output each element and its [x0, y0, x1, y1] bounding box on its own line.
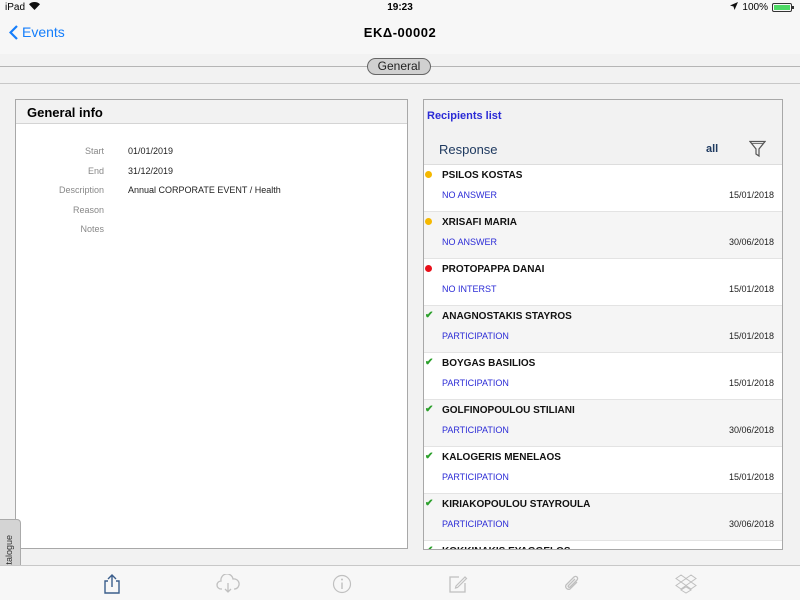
segment-bar: General: [0, 54, 800, 84]
recipient-status: PARTICIPATION: [442, 378, 509, 388]
info-row-start: Start 01/01/2019: [16, 146, 409, 162]
recipient-row[interactable]: ✔ ANAGNOSTAKIS STAYROS PARTICIPATION 15/01/…: [424, 306, 782, 353]
status-dot-icon: [425, 218, 432, 225]
check-icon: ✔: [425, 546, 433, 550]
info-label: Description: [58, 185, 104, 195]
recipient-status: PARTICIPATION: [442, 425, 509, 435]
recipient-name: XRISAFI MARIA: [442, 217, 517, 228]
check-icon: ✔: [425, 357, 434, 368]
info-value: 01/01/2019: [128, 146, 174, 156]
recipient-date: 15/01/2018: [728, 472, 774, 482]
response-label: Response: [439, 142, 498, 157]
segment-general[interactable]: General: [367, 58, 431, 75]
recipient-date: 15/01/2018: [728, 284, 774, 294]
recipient-date: 15/01/2018: [728, 331, 774, 341]
info-value: Annual CORPORATE EVENT / Health: [128, 185, 281, 195]
page-title: ΕΚΔ-00002: [363, 25, 437, 40]
recipient-row[interactable]: PSILOS KOSTAS NO ANSWER 15/01/2018: [424, 165, 782, 212]
check-icon: ✔: [425, 451, 434, 462]
recipient-status: NO ANSWER: [442, 237, 498, 247]
info-label: Start: [84, 146, 104, 156]
recipient-row[interactable]: PROTOPAPPA DANAI NO INTERST 15/01/2018: [424, 259, 782, 306]
recipient-date: 30/06/2018: [728, 519, 774, 529]
recipient-status: PARTICIPATION: [442, 331, 509, 341]
status-time: 19:23: [387, 2, 413, 13]
recipient-name: KOKKINAKIS EYAGGELOS: [442, 546, 571, 549]
recipient-name: BOYGAS BASILIOS: [442, 358, 536, 369]
recipient-date: 30/06/2018: [728, 237, 774, 247]
recipients-list: PSILOS KOSTAS NO ANSWER 15/01/2018 XRISAFI …: [424, 165, 782, 550]
recipient-status: PARTICIPATION: [442, 519, 509, 529]
recipients-header: Response all: [424, 133, 782, 165]
status-bar: iPad 19:23 100%: [0, 0, 800, 16]
general-info-panel: General info Start 01/01/2019 End 31/12/…: [15, 99, 408, 549]
info-icon[interactable]: [330, 572, 354, 596]
info-value: 31/12/2019: [128, 166, 174, 176]
recipient-date: 15/01/2018: [728, 190, 774, 200]
recipient-date: 30/06/2018: [728, 425, 774, 435]
navigation-bar: Events ΕΚΔ-00002: [0, 16, 800, 54]
attachment-icon[interactable]: [560, 572, 584, 596]
recipient-status: PARTICIPATION: [442, 472, 509, 482]
recipient-row[interactable]: ✔ GOLFINOPOULOU STILIANI PARTICIPATION 30/0…: [424, 400, 782, 447]
recipients-title: Recipients list: [424, 100, 782, 133]
recipient-status: NO ANSWER: [442, 190, 498, 200]
check-icon: ✔: [425, 404, 434, 415]
recipient-name: PROTOPAPPA DANAI: [442, 264, 545, 275]
check-icon: ✔: [425, 310, 434, 321]
share-icon[interactable]: [100, 572, 124, 596]
bottom-toolbar: [0, 565, 800, 600]
filter-all-button[interactable]: all: [706, 143, 718, 155]
recipient-name: ANAGNOSTAKIS STAYROS: [442, 311, 572, 322]
filter-icon[interactable]: [748, 140, 767, 163]
info-row-notes: Notes: [16, 224, 409, 240]
status-dot-icon: [425, 265, 432, 272]
info-label: Notes: [80, 224, 104, 234]
recipient-name: KALOGERIS MENELAOS: [442, 452, 561, 463]
info-row-end: End 31/12/2019: [16, 166, 409, 182]
info-label: End: [87, 166, 104, 176]
check-icon: ✔: [425, 498, 434, 509]
recipient-status: NO INTERST: [442, 284, 497, 294]
info-row-reason: Reason: [16, 205, 409, 221]
battery-percent: 100%: [742, 2, 768, 13]
recipient-row[interactable]: ✔ KOKKINAKIS EYAGGELOS: [424, 541, 782, 550]
info-row-description: Description Annual CORPORATE EVENT / Hea…: [16, 185, 409, 201]
general-info-title: General info: [16, 100, 407, 124]
recipient-row[interactable]: ✔ KALOGERIS MENELAOS PARTICIPATION 15/01/20…: [424, 447, 782, 494]
recipient-row[interactable]: ✔ BOYGAS BASILIOS PARTICIPATION 15/01/2018: [424, 353, 782, 400]
recipient-row[interactable]: XRISAFI MARIA NO ANSWER 30/06/2018: [424, 212, 782, 259]
recipients-panel: Recipients list Response all PSILOS KOST…: [423, 99, 783, 550]
recipient-date: 15/01/2018: [728, 378, 774, 388]
status-right: 100%: [730, 2, 794, 13]
battery-icon: [772, 3, 794, 12]
compose-icon[interactable]: [446, 572, 470, 596]
status-dot-icon: [425, 171, 432, 178]
recipient-row[interactable]: ✔ KIRIAKOPOULOU STAYROULA PARTICIPATION 30/…: [424, 494, 782, 541]
recipient-name: KIRIAKOPOULOU STAYROULA: [442, 499, 591, 510]
dropbox-icon[interactable]: [674, 572, 698, 596]
recipient-name: PSILOS KOSTAS: [442, 170, 523, 181]
info-label: Reason: [72, 205, 104, 215]
cloud-download-icon[interactable]: [216, 572, 240, 596]
location-icon: [730, 2, 739, 13]
recipient-name: GOLFINOPOULOU STILIANI: [442, 405, 575, 416]
